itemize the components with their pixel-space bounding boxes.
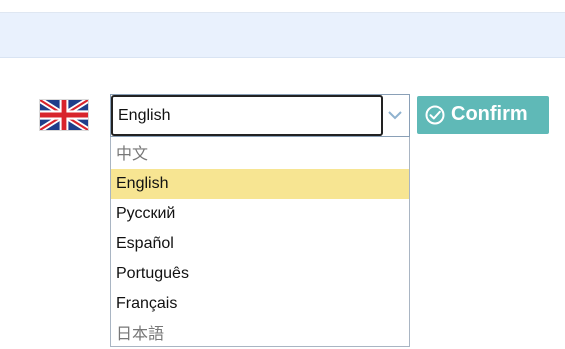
option-spanish[interactable]: Español [111,229,409,259]
selected-language: English [118,107,171,124]
option-japanese[interactable]: 日本語 [111,319,409,349]
confirm-label: Confirm [451,103,528,125]
language-select[interactable]: English [110,94,410,137]
option-english[interactable]: English [111,169,409,199]
language-select-focus-ring: English [111,95,383,136]
check-circle-icon [425,105,445,125]
option-russian[interactable]: Русский [111,199,409,229]
language-dropdown-list: 中文 English Русский Español Português Fra… [110,137,410,347]
option-french[interactable]: Français [111,289,409,319]
uk-flag-icon [39,99,89,131]
top-bar [0,13,565,58]
chevron-down-icon[interactable] [387,108,403,122]
option-chinese[interactable]: 中文 [111,139,409,169]
option-portuguese[interactable]: Português [111,259,409,289]
confirm-button[interactable]: Confirm [417,96,549,134]
